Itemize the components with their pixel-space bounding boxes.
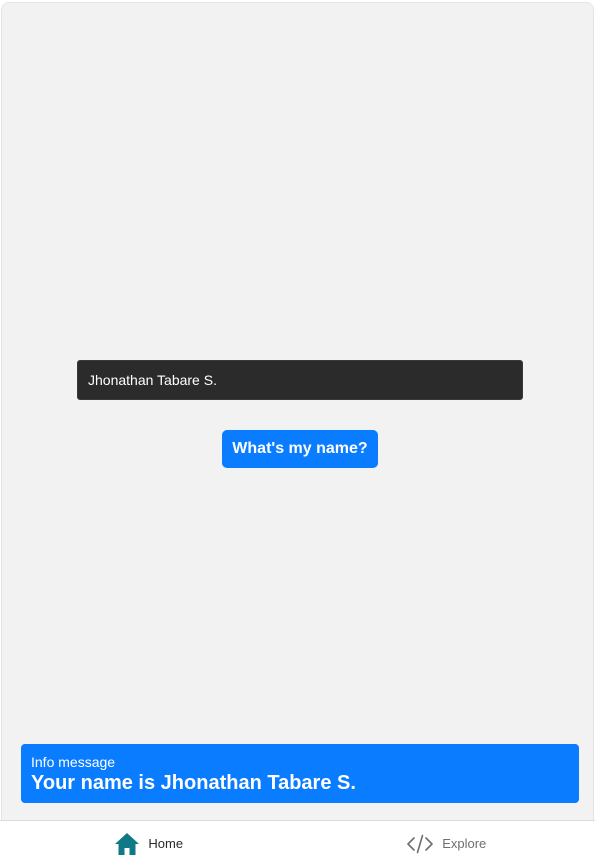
tab-home[interactable]: Home [0, 821, 298, 866]
whats-my-name-button[interactable]: What's my name? [222, 430, 378, 468]
name-input[interactable] [77, 360, 523, 400]
home-icon [114, 832, 140, 856]
app-frame: What's my name? Info message Your name i… [1, 2, 594, 866]
code-icon [406, 834, 434, 854]
info-message-box: Info message Your name is Jhonathan Taba… [21, 744, 579, 803]
info-message: Your name is Jhonathan Tabare S. [31, 772, 356, 794]
info-title: Info message [31, 754, 116, 770]
tab-home-label: Home [148, 836, 184, 851]
bottom-tab-bar: Home Explore [0, 820, 595, 866]
tab-explore[interactable]: Explore [298, 821, 595, 866]
tab-explore-label: Explore [442, 836, 487, 851]
